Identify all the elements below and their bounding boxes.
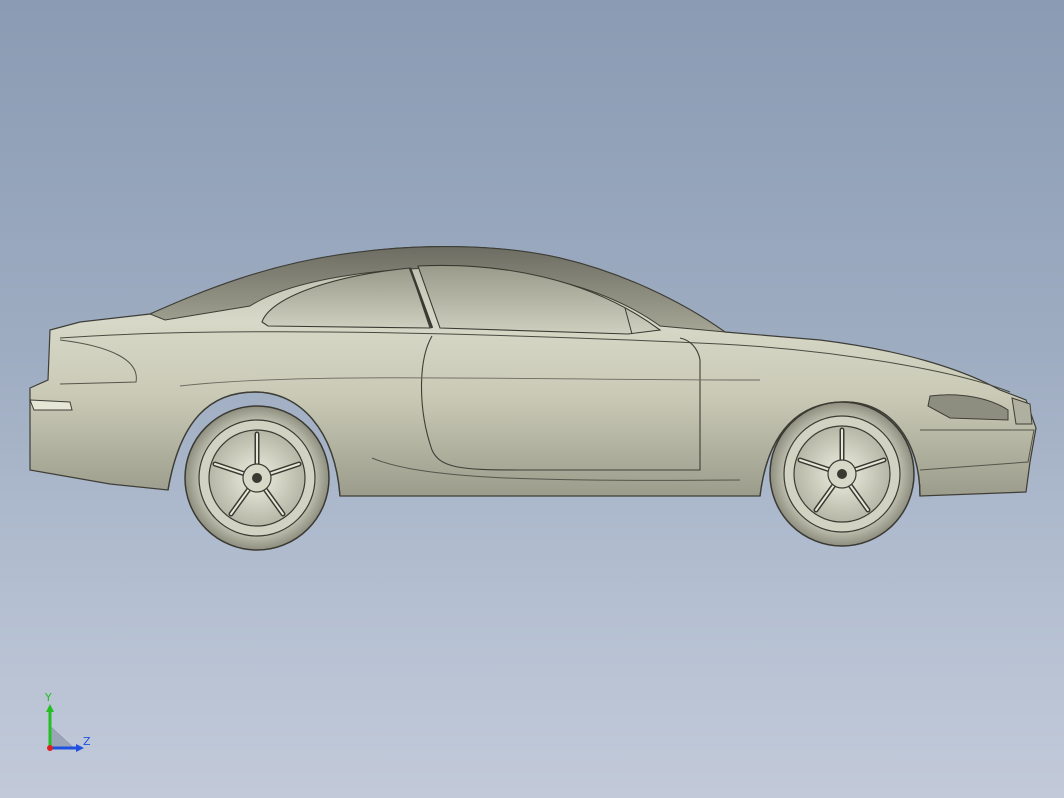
rear-light [29,399,73,411]
rear-wheel [184,405,330,551]
z-axis-label: Z [83,735,91,748]
car-model[interactable] [0,0,1064,798]
coordinate-triad-icon: Y Z [36,692,106,760]
graphics-viewport[interactable]: Y Z [0,0,1064,798]
front-wheel [769,401,915,547]
y-axis-label: Y [45,691,52,704]
grille [1011,397,1033,425]
